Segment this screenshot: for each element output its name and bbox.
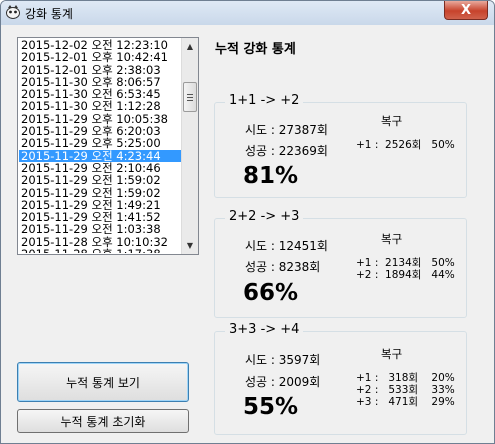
reset-stats-button[interactable]: 누적 통계 초기화: [17, 409, 189, 433]
upgrade-group-3: 3+3 -> +4 시도 : 3597회 성공 : 2009회 55% 복구 +…: [214, 322, 467, 435]
group-title: 1+1 -> +2: [225, 93, 304, 108]
title-bar[interactable]: 강화 통계 X: [1, 1, 494, 25]
close-icon: X: [460, 2, 472, 18]
attempts-count: 시도 : 12451회: [245, 239, 328, 253]
attempts-count: 시도 : 3597회: [245, 353, 321, 367]
upgrade-group-1: 1+1 -> +2 시도 : 27387회 성공 : 22369회 81% 복구…: [214, 93, 467, 198]
list-item[interactable]: 2015-11-29 오후 5:25:00: [19, 137, 181, 150]
group-title: 3+3 -> +4: [225, 322, 304, 337]
restore-row: +1 : 2526회 50%: [356, 139, 455, 151]
restore-row: +3 : 471회 29%: [356, 396, 455, 408]
window-title: 강화 통계: [25, 7, 73, 21]
success-rate: 81%: [243, 163, 299, 189]
restore-row: +2 : 1894회 44%: [356, 269, 455, 281]
upgrade-group-2: 2+2 -> +3 시도 : 12451회 성공 : 8238회 66% 복구 …: [214, 209, 467, 318]
history-list-items: 2015-12-02 오전 12:23:10 2015-12-01 오후 10:4…: [19, 39, 181, 253]
restore-label: 복구: [381, 114, 403, 128]
history-listbox[interactable]: 2015-12-02 오전 12:23:10 2015-12-01 오후 10:4…: [17, 37, 199, 255]
restore-label: 복구: [381, 232, 403, 246]
success-count: 성공 : 8238회: [245, 260, 321, 274]
scroll-thumb[interactable]: [183, 82, 197, 112]
list-item[interactable]: 2015-11-29 오전 1:59:02: [19, 186, 181, 199]
list-item[interactable]: 2015-11-29 오전 1:59:02: [19, 174, 181, 187]
success-rate: 66%: [243, 280, 299, 306]
app-window: 강화 통계 X 2015-12-02 오전 12:23:10 2015-12-01…: [0, 0, 495, 444]
group-title: 2+2 -> +3: [225, 209, 304, 224]
list-item[interactable]: 2015-11-30 오전 1:12:28: [19, 100, 181, 113]
panel-title: 누적 강화 통계: [215, 42, 296, 57]
success-count: 성공 : 2009회: [245, 375, 321, 389]
attempts-count: 시도 : 27387회: [245, 123, 328, 137]
scroll-up-arrow-icon[interactable]: ▲: [182, 38, 198, 55]
app-icon: [6, 5, 20, 19]
success-count: 성공 : 22369회: [245, 144, 328, 158]
success-rate: 55%: [243, 394, 299, 420]
list-scrollbar[interactable]: ▲ ▼: [181, 38, 198, 254]
view-stats-button[interactable]: 누적 통계 보기: [17, 362, 189, 402]
restore-label: 복구: [381, 347, 403, 361]
list-item[interactable]: 2015-11-29 오전 1:03:38: [19, 223, 181, 236]
close-button[interactable]: X: [444, 1, 488, 20]
list-item[interactable]: 2015-12-01 오후 10:42:41: [19, 51, 181, 64]
scroll-down-arrow-icon[interactable]: ▼: [182, 237, 198, 254]
list-item[interactable]: 2015-11-28 오후 1:17:38: [19, 248, 181, 253]
main-content: 2015-12-02 오전 12:23:10 2015-12-01 오후 10:4…: [9, 29, 486, 439]
